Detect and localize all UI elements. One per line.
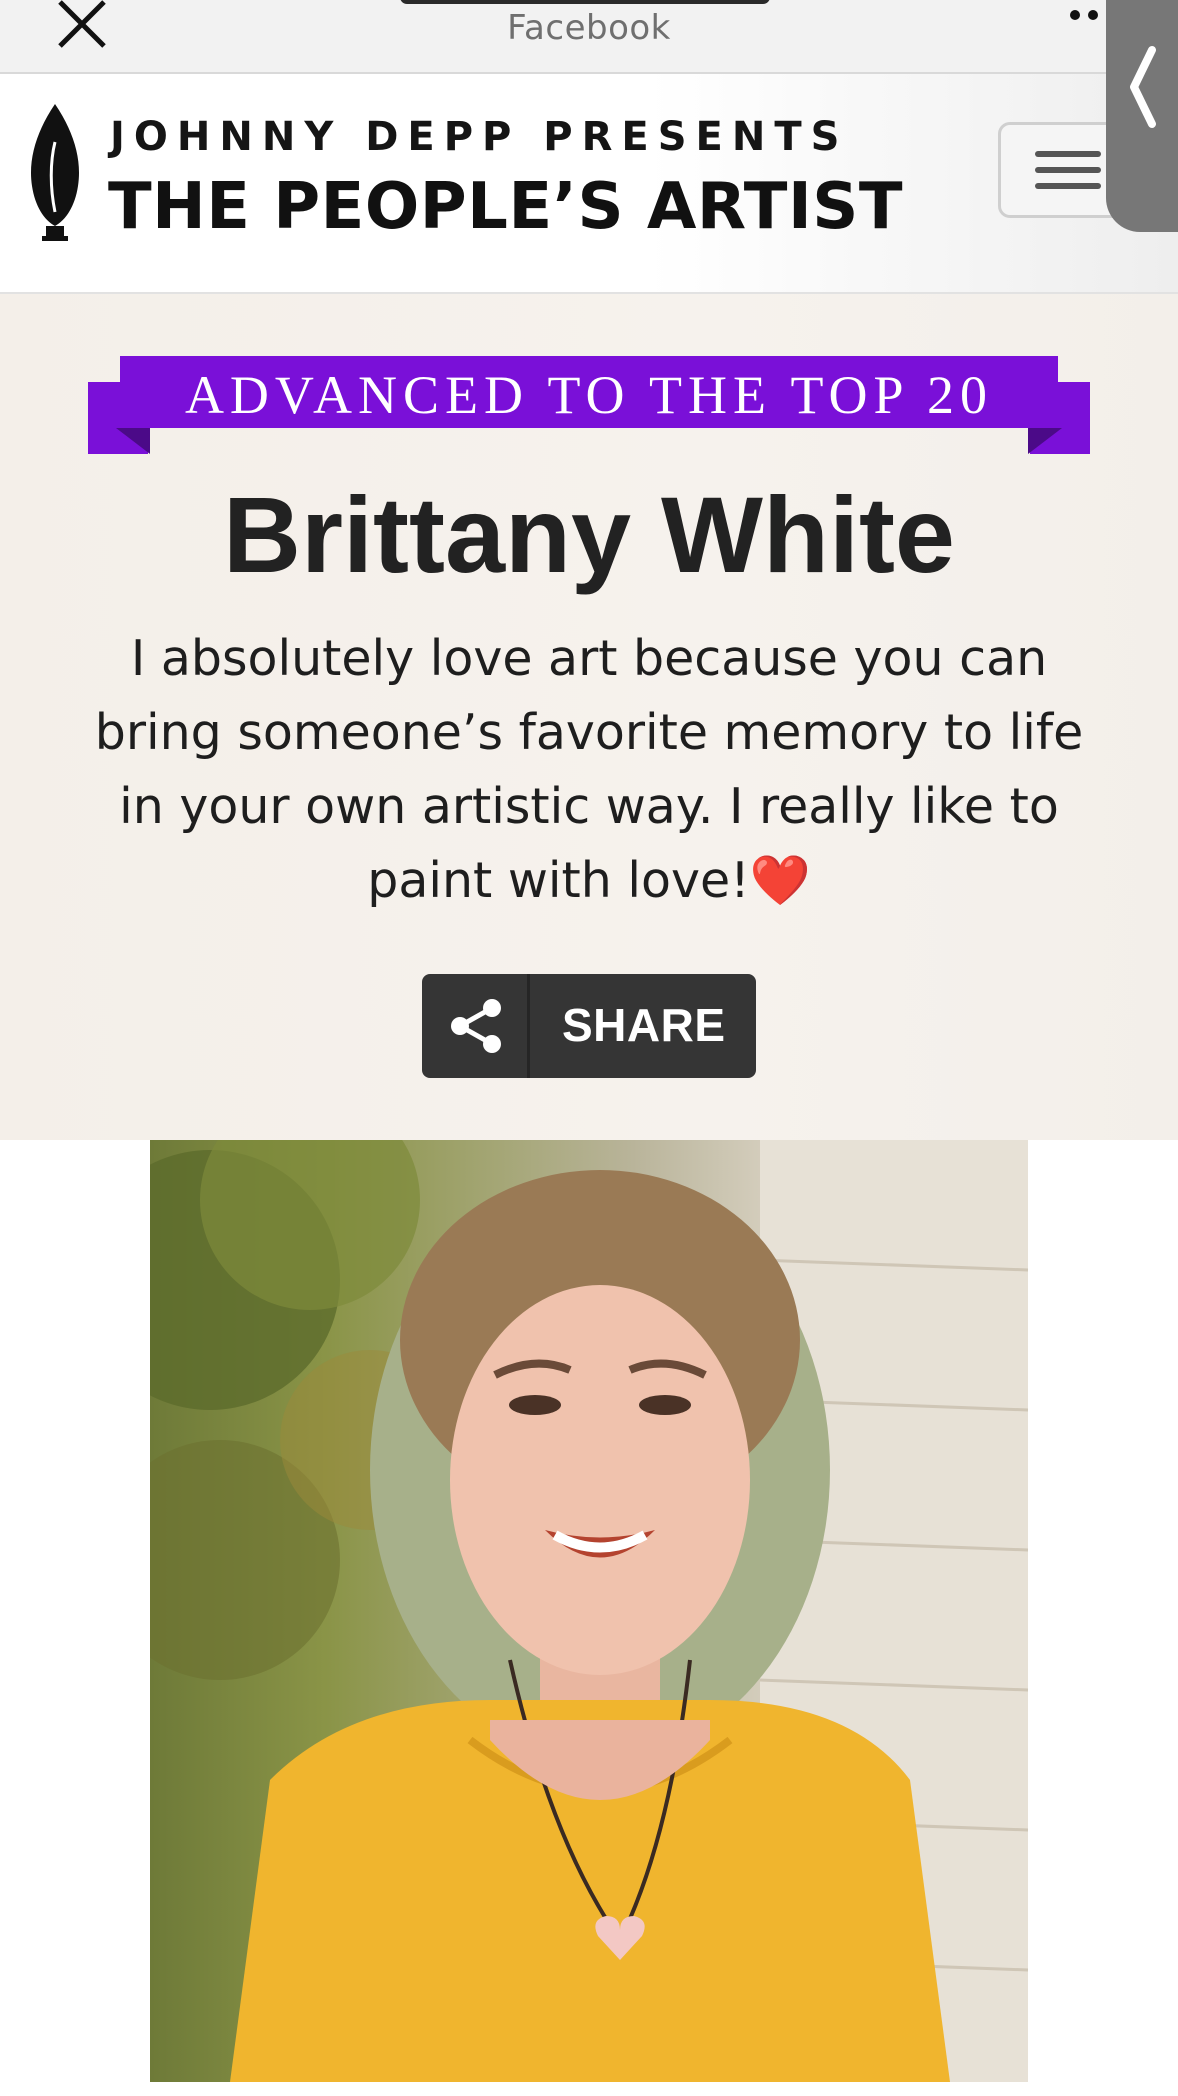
bio-text: I absolutely love art because you can br… xyxy=(94,630,1084,909)
browser-top-bar: Facebook xyxy=(0,0,1178,74)
artist-name: Brittany White xyxy=(222,474,955,595)
artist-bio: I absolutely love art because you can br… xyxy=(72,622,1106,918)
ribbon-banner: ADVANCED TO THE TOP 20 xyxy=(120,356,1058,428)
url-bar-cutoff xyxy=(400,0,770,4)
ribbon-fold-right xyxy=(1028,428,1062,454)
chevron-left-icon xyxy=(1130,46,1156,128)
portrait-illustration xyxy=(150,1140,1028,2082)
site-title[interactable]: THE PEOPLE’S ARTIST xyxy=(108,170,903,244)
site-header: JOHNNY DEPP PRESENTS THE PEOPLE’S ARTIST xyxy=(0,74,1178,294)
paintbrush-icon[interactable] xyxy=(24,102,86,242)
ribbon-text: ADVANCED TO THE TOP 20 xyxy=(184,365,994,425)
portrait-photo xyxy=(150,1140,1028,2082)
more-dots-icon[interactable] xyxy=(1066,4,1106,24)
ribbon-fold-left xyxy=(116,428,150,454)
artist-hero: ADVANCED TO THE TOP 20 Brittany White I … xyxy=(0,294,1178,1140)
share-icon-container xyxy=(422,974,530,1078)
share-label: SHARE xyxy=(562,999,726,1051)
top-20-ribbon: ADVANCED TO THE TOP 20 xyxy=(88,356,1090,458)
share-icon xyxy=(451,999,501,1053)
share-button[interactable]: SHARE xyxy=(422,974,756,1078)
source-label: Facebook xyxy=(507,8,671,48)
presents-line: JOHNNY DEPP PRESENTS xyxy=(110,114,849,160)
heart-emoji: ❤️ xyxy=(749,852,811,909)
side-drawer-tab[interactable] xyxy=(1106,0,1178,232)
